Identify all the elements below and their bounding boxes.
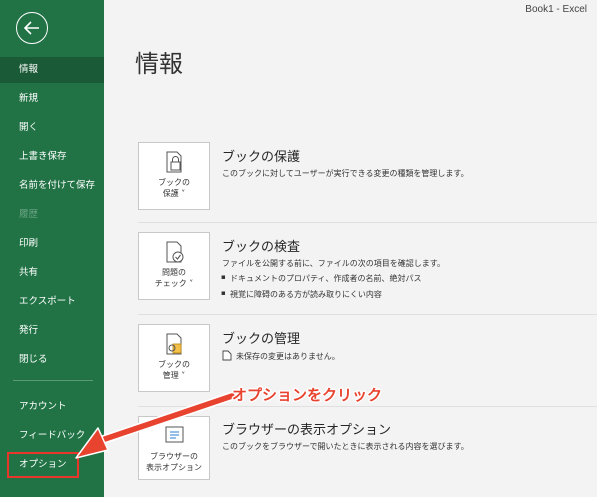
annotation-arrow-icon [75,391,237,459]
callout-text: オプションをクリック [232,386,383,404]
